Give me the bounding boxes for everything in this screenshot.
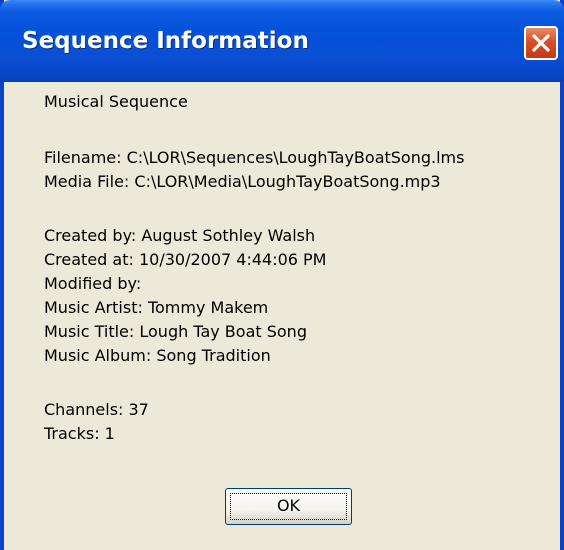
tracks-text: Tracks: 1 [44,424,115,443]
modified-by-text: Modified by: [44,274,142,293]
sequence-type: Musical Sequence [44,92,188,111]
created-by-text: Created by: August Sothley Walsh [44,226,316,245]
created-at-text: Created at: 10/30/2007 4:44:06 PM [44,250,327,269]
ok-button-label: OK [276,496,301,515]
filename-text: Filename: C:\LOR\Sequences\LoughTayBoatS… [44,148,465,167]
ok-button[interactable]: OK [225,488,352,525]
close-button[interactable] [524,26,558,60]
music-artist-text: Music Artist: Tommy Makem [44,298,269,317]
window-title: Sequence Information [22,28,309,54]
sequence-information-dialog: Sequence Information Musical Sequence Fi… [0,0,564,550]
title-bar[interactable]: Sequence Information [0,0,564,82]
channels-text: Channels: 37 [44,400,149,419]
close-x-icon [532,34,550,52]
music-title-text: Music Title: Lough Tay Boat Song [44,322,307,341]
music-album-text: Music Album: Song Tradition [44,346,271,365]
media-file-text: Media File: C:\LOR\Media\LoughTayBoatSon… [44,172,441,191]
